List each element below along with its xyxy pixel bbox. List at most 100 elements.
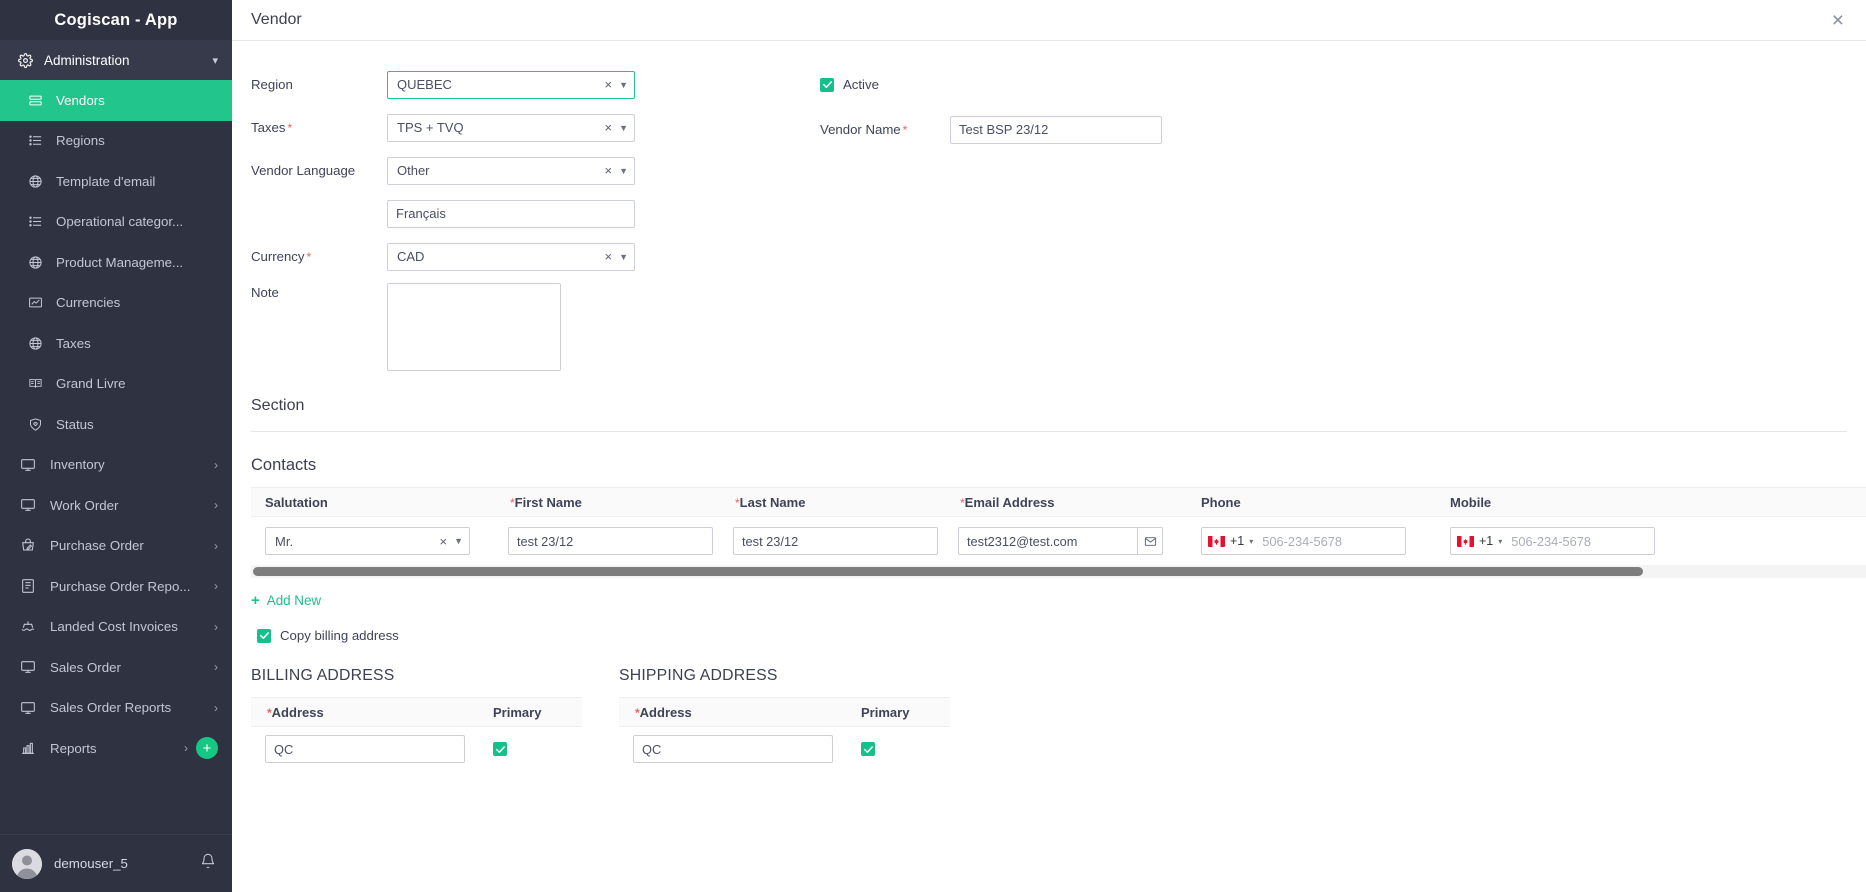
- taxes-select[interactable]: TPS + TVQ × ▼: [387, 114, 635, 142]
- required-marker: *: [287, 121, 292, 135]
- sidebar-item-sales-order-reports[interactable]: Sales Order Reports ›: [0, 688, 232, 729]
- plus-icon: +: [251, 593, 260, 608]
- chevron-down-icon[interactable]: ▾: [1249, 537, 1253, 546]
- sidebar-item-inventory[interactable]: Inventory ›: [0, 445, 232, 486]
- sidebar-item-label: Purchase Order: [50, 538, 208, 553]
- chevron-down-icon[interactable]: ▼: [619, 123, 628, 133]
- section-block: Section Contacts Salutation *First Name …: [232, 393, 1866, 771]
- email-value: test2312@test.com: [967, 534, 1077, 549]
- chevron-down-icon[interactable]: ▼: [454, 536, 463, 546]
- bell-icon[interactable]: [200, 853, 216, 874]
- add-report-button[interactable]: +: [196, 737, 218, 759]
- vendor-name-input[interactable]: Test BSP 23/12: [950, 116, 1162, 144]
- last-name-input[interactable]: test 23/12: [733, 527, 938, 555]
- section-title: Section: [251, 393, 1847, 431]
- sidebar-item-reports[interactable]: Reports › +: [0, 728, 232, 769]
- add-new-contact-button[interactable]: + Add New: [251, 578, 321, 608]
- note-textarea[interactable]: [387, 283, 561, 371]
- sidebar-item-grand-livre[interactable]: Grand Livre: [0, 364, 232, 405]
- sidebar-item-label: Vendors: [56, 93, 218, 108]
- chevron-right-icon: ›: [184, 741, 188, 755]
- horizontal-scrollbar[interactable]: [251, 565, 1866, 578]
- shipping-address-value: QC: [642, 742, 661, 757]
- sidebar-item-operational-categories[interactable]: Operational categor...: [0, 202, 232, 243]
- billing-address-input[interactable]: QC: [265, 735, 465, 763]
- billing-primary-checkbox[interactable]: [493, 742, 507, 756]
- gear-icon: [18, 53, 44, 68]
- scrollbar-thumb[interactable]: [253, 567, 1643, 576]
- phone-input[interactable]: +1 ▾ 506-234-5678: [1201, 527, 1406, 555]
- canada-flag-icon: [1208, 535, 1225, 547]
- chevron-down-icon[interactable]: ▼: [619, 252, 628, 262]
- column-header-email-address: *Email Address: [944, 495, 1187, 510]
- shipping-primary-checkbox[interactable]: [861, 742, 875, 756]
- bullet-list-icon: [28, 214, 56, 229]
- currency-select[interactable]: CAD × ▼: [387, 243, 635, 271]
- sidebar-item-sales-order[interactable]: Sales Order ›: [0, 647, 232, 688]
- column-header-salutation: Salutation: [251, 495, 494, 510]
- sidebar-item-work-order[interactable]: Work Order ›: [0, 485, 232, 526]
- shipping-address-table-header: *Address Primary: [619, 698, 950, 727]
- note-label: Note: [232, 283, 387, 300]
- envelope-icon[interactable]: [1137, 527, 1163, 555]
- salutation-clear-icon[interactable]: ×: [436, 534, 454, 549]
- vendor-name-value: Test BSP 23/12: [959, 122, 1048, 137]
- sidebar-item-taxes[interactable]: Taxes: [0, 323, 232, 364]
- salutation-select[interactable]: Mr. × ▼: [265, 527, 470, 555]
- sidebar-item-product-management[interactable]: Product Manageme...: [0, 242, 232, 283]
- salutation-value: Mr.: [275, 534, 436, 549]
- report-icon: [20, 578, 50, 594]
- phone-placeholder: 506-234-5678: [1262, 534, 1342, 549]
- chevron-down-icon[interactable]: ▾: [212, 54, 218, 67]
- vendor-language-label-text: Vendor Language: [251, 163, 355, 178]
- avatar[interactable]: [12, 849, 42, 879]
- sidebar-item-purchase-order[interactable]: Purchase Order ›: [0, 526, 232, 567]
- column-header-address: *Address: [251, 705, 479, 720]
- field-currency: Currency* CAD × ▼: [232, 235, 1866, 278]
- email-input[interactable]: test2312@test.com: [958, 527, 1137, 555]
- region-clear-icon[interactable]: ×: [601, 77, 619, 92]
- chevron-down-icon[interactable]: ▼: [619, 80, 628, 90]
- sidebar-item-currencies[interactable]: Currencies: [0, 283, 232, 324]
- app-brand: Cogiscan - App: [0, 0, 232, 40]
- sidebar-item-purchase-order-reports[interactable]: Purchase Order Repo... ›: [0, 566, 232, 607]
- active-checkbox[interactable]: [820, 78, 834, 92]
- cell-shipping-primary: [847, 742, 950, 756]
- chevron-down-icon[interactable]: ▾: [1498, 537, 1502, 546]
- mobile-input[interactable]: +1 ▾ 506-234-5678: [1450, 527, 1655, 555]
- sidebar-item-regions[interactable]: Regions: [0, 121, 232, 162]
- sidebar-item-label: Currencies: [56, 295, 218, 310]
- sidebar-item-label: Template d'email: [56, 174, 218, 189]
- sidebar-group-administration[interactable]: Administration ▾: [0, 40, 232, 80]
- contacts-title: Contacts: [251, 432, 1847, 487]
- cell-first-name: test 23/12: [494, 527, 719, 555]
- taxes-clear-icon[interactable]: ×: [601, 120, 619, 135]
- chevron-down-icon[interactable]: ▼: [619, 166, 628, 176]
- region-select[interactable]: QUEBEC × ▼: [387, 71, 635, 99]
- table-row: QC: [251, 727, 582, 771]
- shipping-address-title: SHIPPING ADDRESS: [619, 667, 950, 697]
- vendor-language-clear-icon[interactable]: ×: [601, 163, 619, 178]
- currency-clear-icon[interactable]: ×: [601, 249, 619, 264]
- vendor-language-other-input[interactable]: Français: [387, 200, 635, 228]
- sidebar-item-status[interactable]: Status: [0, 404, 232, 445]
- note-label-text: Note: [251, 285, 279, 300]
- vendor-language-select[interactable]: Other × ▼: [387, 157, 635, 185]
- sidebar-item-label: Taxes: [56, 336, 218, 351]
- close-icon[interactable]: ×: [1832, 10, 1844, 31]
- sidebar-item-label: Product Manageme...: [56, 255, 218, 270]
- shipping-address-input[interactable]: QC: [633, 735, 833, 763]
- column-label: Last Name: [740, 495, 806, 510]
- sidebar-item-template-email[interactable]: Template d'email: [0, 161, 232, 202]
- copy-billing-address-checkbox[interactable]: [257, 629, 271, 643]
- sidebar-item-landed-cost-invoices[interactable]: Landed Cost Invoices ›: [0, 607, 232, 648]
- vendor-form-right-column: Active Vendor Name* Test BSP 23/12: [820, 63, 1162, 151]
- column-label: Salutation: [265, 495, 328, 510]
- billing-address-table-header: *Address Primary: [251, 698, 582, 727]
- sidebar-item-vendors[interactable]: Vendors: [0, 80, 232, 121]
- contacts-table-wrapper: Salutation *First Name *Last Name *Email…: [251, 487, 1847, 578]
- contacts-table-header: Salutation *First Name *Last Name *Email…: [251, 488, 1866, 517]
- first-name-input[interactable]: test 23/12: [508, 527, 713, 555]
- chevron-right-icon: ›: [214, 498, 218, 512]
- shipping-address-table: *Address Primary QC: [619, 697, 950, 771]
